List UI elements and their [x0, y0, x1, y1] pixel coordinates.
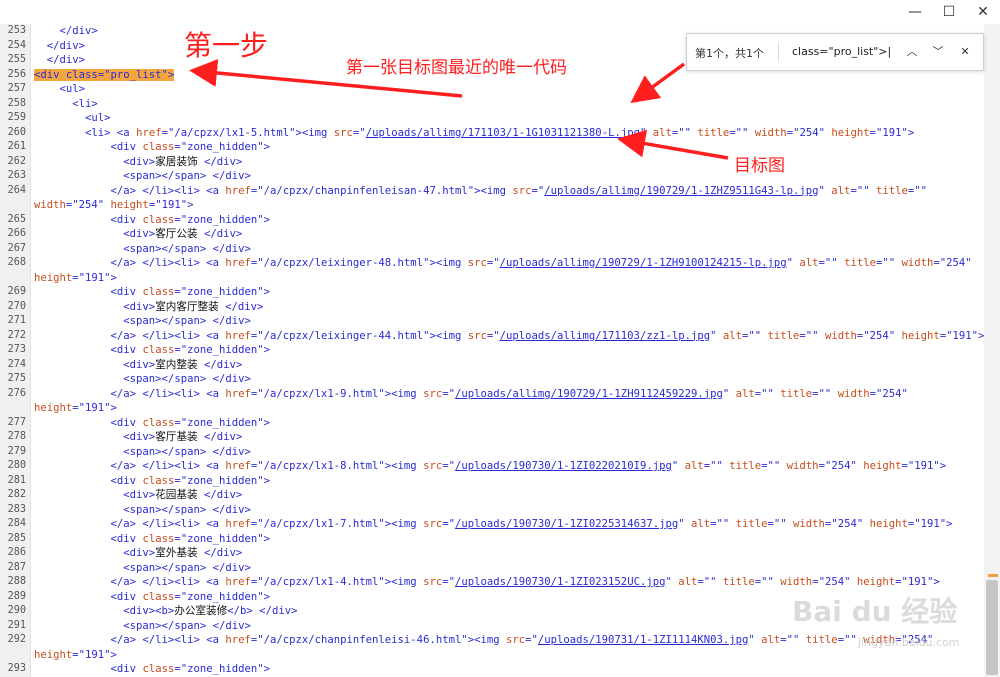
arrow-from-find-bar: [630, 62, 686, 104]
baidu-watermark-logo: Bai du 经验: [792, 595, 958, 628]
annotation-arrows: [189, 59, 729, 160]
baidu-watermark-url: jingyan.baidu.com: [858, 636, 960, 649]
arrow-to-target-image: [617, 129, 729, 160]
arrow-to-pro-list: [189, 59, 463, 98]
